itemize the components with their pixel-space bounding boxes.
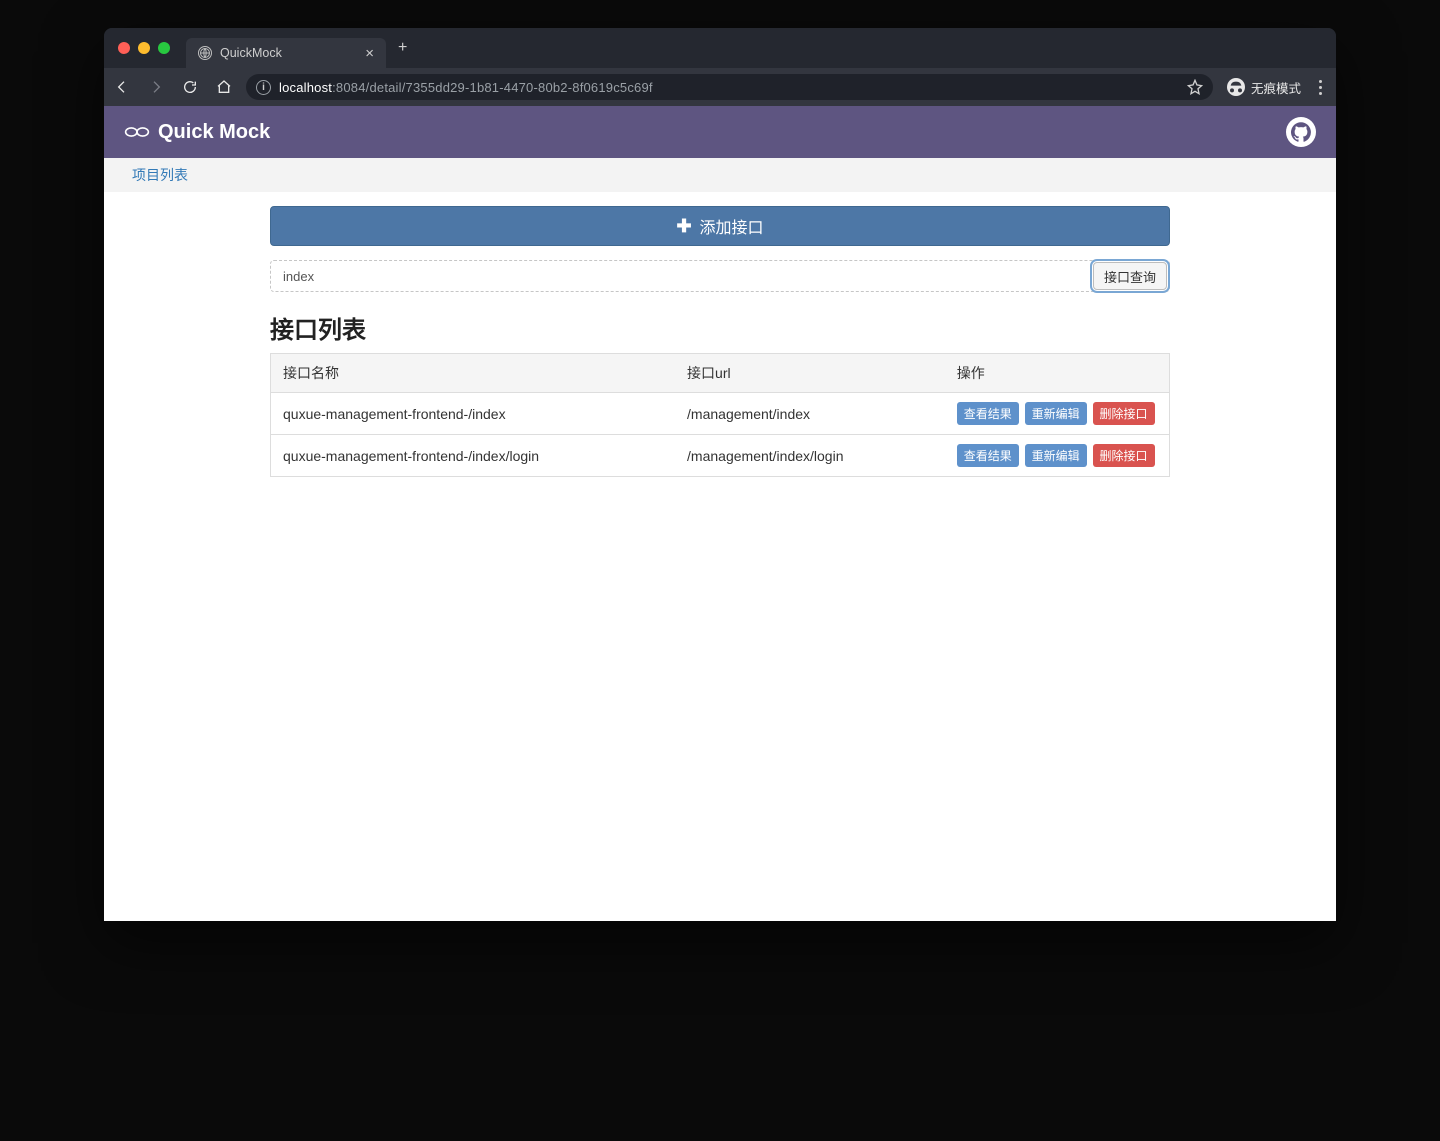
browser-tabstrip: QuickMock × + — [104, 28, 1336, 68]
search-button[interactable]: 接口查询 — [1093, 262, 1167, 290]
search-input[interactable] — [271, 261, 1091, 291]
new-tab-button[interactable]: + — [398, 39, 407, 57]
th-ops: 操作 — [945, 354, 1170, 393]
table-row: quxue-management-frontend-/index /manage… — [271, 393, 1170, 435]
window-close-button[interactable] — [118, 42, 130, 54]
api-table: 接口名称 接口url 操作 quxue-management-frontend-… — [270, 353, 1170, 477]
window-zoom-button[interactable] — [158, 42, 170, 54]
section-title: 接口列表 — [270, 310, 1170, 345]
address-bar[interactable]: i localhost:8084/detail/7355dd29-1b81-44… — [246, 74, 1213, 100]
re-edit-button[interactable]: 重新编辑 — [1025, 402, 1087, 425]
breadcrumb-project-list[interactable]: 项目列表 — [132, 165, 188, 185]
cell-api-name: quxue-management-frontend-/index — [271, 393, 676, 435]
table-row: quxue-management-frontend-/index/login /… — [271, 435, 1170, 477]
browser-menu-button[interactable] — [1315, 76, 1326, 99]
browser-tab[interactable]: QuickMock × — [186, 38, 386, 68]
delete-api-button[interactable]: 删除接口 — [1093, 444, 1155, 467]
brand-logo-icon — [124, 123, 150, 141]
incognito-indicator: 无痕模式 — [1227, 78, 1301, 97]
search-row: 接口查询 — [270, 260, 1170, 292]
view-result-button[interactable]: 查看结果 — [957, 402, 1019, 425]
content: ✚ 添加接口 接口查询 接口列表 接口名称 接口url 操作 — [270, 206, 1170, 477]
url-text: localhost:8084/detail/7355dd29-1b81-4470… — [279, 80, 1179, 95]
nav-forward-button[interactable] — [148, 79, 164, 95]
globe-icon — [198, 46, 212, 60]
nav-icons — [114, 79, 232, 95]
incognito-label: 无痕模式 — [1251, 78, 1301, 97]
app-header: Quick Mock — [104, 106, 1336, 158]
add-api-button[interactable]: ✚ 添加接口 — [270, 206, 1170, 246]
browser-window: QuickMock × + i localhost:8084/detail/73… — [104, 28, 1336, 921]
cell-ops: 查看结果 重新编辑 删除接口 — [945, 393, 1170, 435]
nav-reload-button[interactable] — [182, 79, 198, 95]
re-edit-button[interactable]: 重新编辑 — [1025, 444, 1087, 467]
th-name: 接口名称 — [271, 354, 676, 393]
nav-back-button[interactable] — [114, 79, 130, 95]
page-viewport: Quick Mock 项目列表 ✚ 添加接口 接口查询 接口列表 — [104, 106, 1336, 921]
cell-ops: 查看结果 重新编辑 删除接口 — [945, 435, 1170, 477]
add-api-label: 添加接口 — [700, 214, 764, 238]
url-path: :8084/detail/7355dd29-1b81-4470-80b2-8f0… — [332, 80, 653, 95]
window-minimize-button[interactable] — [138, 42, 150, 54]
cell-api-url: /management/index — [675, 393, 945, 435]
url-host: localhost — [279, 80, 332, 95]
nav-home-button[interactable] — [216, 79, 232, 95]
view-result-button[interactable]: 查看结果 — [957, 444, 1019, 467]
github-link[interactable] — [1286, 117, 1316, 147]
window-controls — [118, 42, 170, 54]
incognito-icon — [1227, 78, 1245, 96]
toolbar-right: 无痕模式 — [1227, 76, 1326, 99]
table-header-row: 接口名称 接口url 操作 — [271, 354, 1170, 393]
th-url: 接口url — [675, 354, 945, 393]
tab-close-icon[interactable]: × — [365, 46, 374, 61]
cell-api-name: quxue-management-frontend-/index/login — [271, 435, 676, 477]
github-icon — [1291, 122, 1311, 142]
browser-toolbar: i localhost:8084/detail/7355dd29-1b81-44… — [104, 68, 1336, 106]
site-info-icon[interactable]: i — [256, 80, 271, 95]
cell-api-url: /management/index/login — [675, 435, 945, 477]
delete-api-button[interactable]: 删除接口 — [1093, 402, 1155, 425]
tab-title: QuickMock — [220, 46, 282, 60]
plus-icon: ✚ — [676, 217, 691, 235]
breadcrumb: 项目列表 — [104, 158, 1336, 192]
brand[interactable]: Quick Mock — [124, 121, 270, 144]
brand-text: Quick Mock — [158, 121, 270, 144]
bookmark-star-icon[interactable] — [1187, 79, 1203, 95]
